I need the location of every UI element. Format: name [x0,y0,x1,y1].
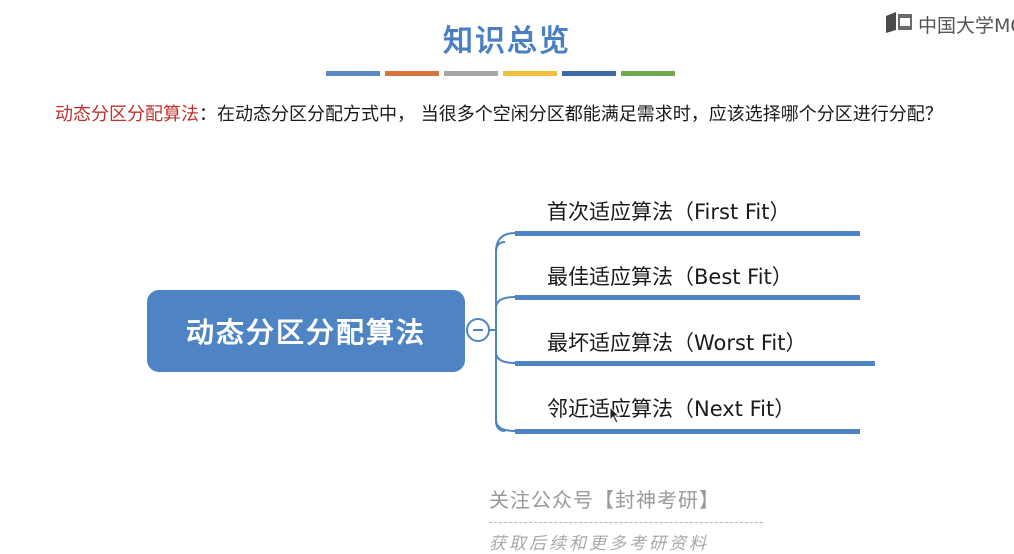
mindmap-connectors [490,231,875,434]
branch-underline-2 [515,295,860,300]
branch-first-fit[interactable]: 首次适应算法（First Fit） [547,196,791,226]
connector-branch-1 [495,232,516,253]
branch-best-fit[interactable]: 最佳适应算法（Best Fit） [547,261,793,291]
mouse-cursor-icon [609,405,621,428]
connector-branch-3 [495,351,516,364]
connector-branch-2 [495,296,516,309]
branch-next-fit[interactable]: 邻近适应算法（Next Fit） [547,393,795,423]
branch-underline-3 [515,361,875,366]
branch-underline-4 [515,429,860,434]
branch-worst-fit[interactable]: 最坏适应算法（Worst Fit） [547,327,807,357]
branch-underline-1 [515,231,860,236]
watermark-divider [489,522,763,523]
mindmap-root-node[interactable]: 动态分区分配算法 [147,290,465,372]
connector-trunk [495,241,506,432]
watermark-subtext: 获取后续和更多考研资料 [489,534,709,554]
watermark-text: 关注公众号【封神考研】 [489,488,720,512]
collapse-toggle-button[interactable] [466,318,490,342]
